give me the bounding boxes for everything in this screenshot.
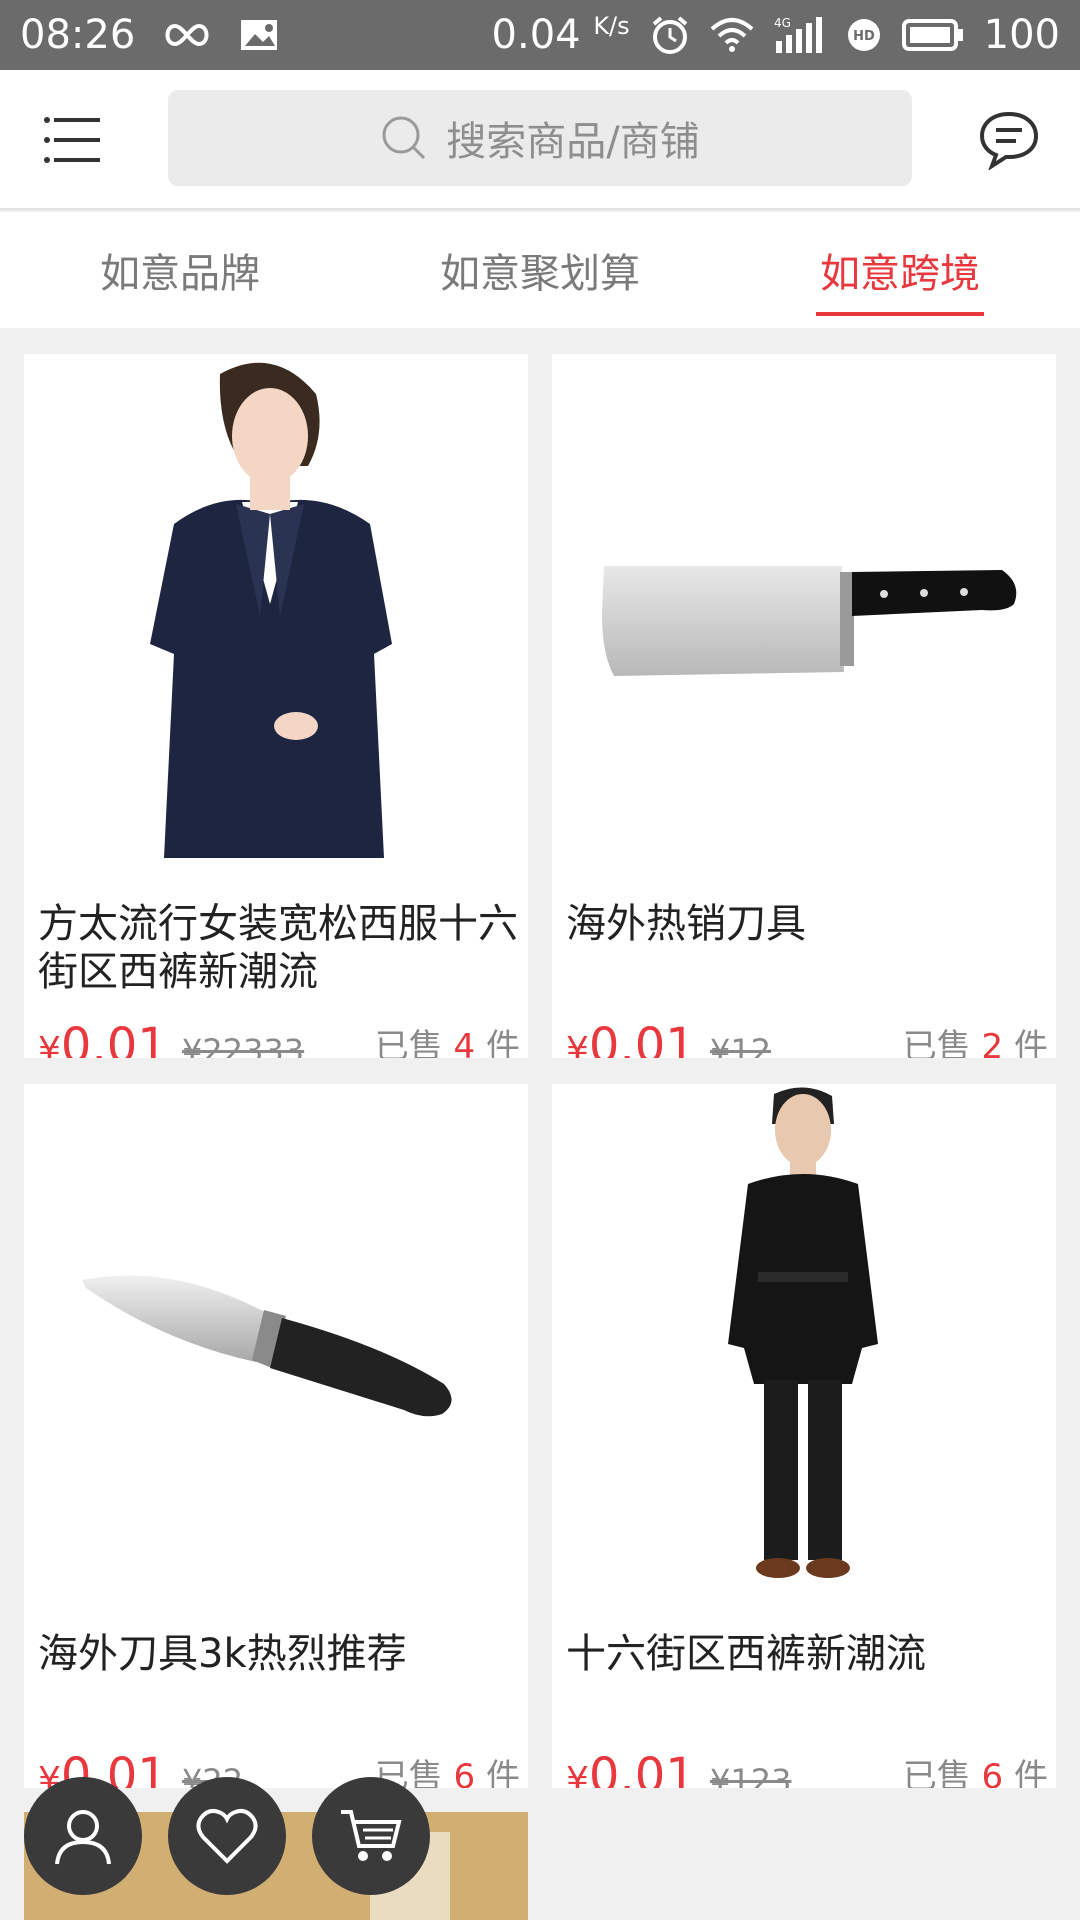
status-time: 08:26: [20, 12, 136, 58]
price-row: ¥0.01 ¥12 已售 2 件: [566, 1014, 1048, 1058]
user-icon: [55, 1810, 111, 1865]
original-price: ¥123: [710, 1762, 792, 1788]
favorites-button[interactable]: [168, 1777, 286, 1895]
original-price: ¥22333: [182, 1032, 305, 1058]
original-price: ¥12: [710, 1032, 772, 1058]
chef-knife-photo: [24, 1084, 528, 1588]
tab-deals[interactable]: 如意聚划算: [400, 212, 680, 328]
man-coat-photo: [552, 1084, 1056, 1588]
profile-button[interactable]: [24, 1777, 142, 1895]
menu-button[interactable]: [44, 116, 102, 164]
product-card[interactable]: 海外热销刀具 ¥0.01 ¥12 已售 2 件: [552, 354, 1056, 1058]
product-title: 海外热销刀具: [566, 901, 806, 947]
search-placeholder: 搜索商品/商铺: [446, 119, 700, 165]
message-button[interactable]: [978, 110, 1040, 171]
sold-count: 已售 6 件: [902, 1757, 1048, 1788]
active-tab-indicator: [816, 312, 984, 316]
product-title: 海外刀具3k热烈推荐: [38, 1631, 407, 1677]
product-price: ¥0.01: [566, 1018, 696, 1058]
search-icon: [382, 116, 426, 160]
network-speed: 0.04 K/s: [491, 12, 630, 58]
product-title: 方太流行女装宽松西服十六街区西裤新潮流: [38, 901, 518, 995]
infinity-icon: [161, 20, 213, 50]
sold-count: 已售 2 件: [902, 1027, 1048, 1058]
status-bar: 08:26 0.04 K/s 4G HD 100: [0, 0, 1080, 70]
battery-icon: [901, 19, 964, 51]
price-row: ¥0.01 ¥22333 已售 4 件: [38, 1014, 520, 1058]
product-price: ¥0.01: [38, 1018, 168, 1058]
search-input[interactable]: 搜索商品/商铺: [168, 90, 912, 186]
product-price: ¥0.01: [566, 1748, 696, 1788]
image-icon: [239, 18, 279, 52]
hd-icon: HD: [846, 17, 882, 53]
price-row: ¥0.01 ¥22 已售 6 件: [38, 1744, 520, 1788]
cart-icon: [341, 1810, 402, 1861]
tab-cross-border[interactable]: 如意跨境: [780, 212, 1020, 328]
product-title: 十六街区西裤新潮流: [566, 1631, 926, 1677]
category-tabs: 如意品牌 如意聚划算 如意跨境: [0, 212, 1080, 328]
cleaver-knife-photo: [552, 354, 1056, 858]
wifi-icon: [710, 17, 754, 53]
product-card[interactable]: 方太流行女装宽松西服十六街区西裤新潮流 ¥0.01 ¥22333 已售 4 件: [24, 354, 528, 1058]
heart-icon: [196, 1808, 258, 1864]
woman-suit-photo: [24, 354, 528, 858]
signal-icon: 4G: [774, 15, 826, 55]
product-card[interactable]: 海外刀具3k热烈推荐 ¥0.01 ¥22 已售 6 件: [24, 1084, 528, 1788]
menu-icon: [44, 117, 100, 163]
price-row: ¥0.01 ¥123 已售 6 件: [566, 1744, 1048, 1788]
sold-count: 已售 4 件: [374, 1027, 520, 1058]
svg-text:HD: HD: [853, 29, 875, 44]
product-card[interactable]: 十六街区西裤新潮流 ¥0.01 ¥123 已售 6 件: [552, 1084, 1056, 1788]
message-icon: [979, 111, 1039, 171]
alarm-icon: [650, 15, 690, 55]
network-type: 4G: [774, 16, 791, 30]
app-header: 搜索商品/商铺: [0, 70, 1080, 210]
cart-button[interactable]: [312, 1777, 430, 1895]
tab-brand[interactable]: 如意品牌: [60, 212, 300, 328]
battery-level: 100: [983, 12, 1060, 58]
